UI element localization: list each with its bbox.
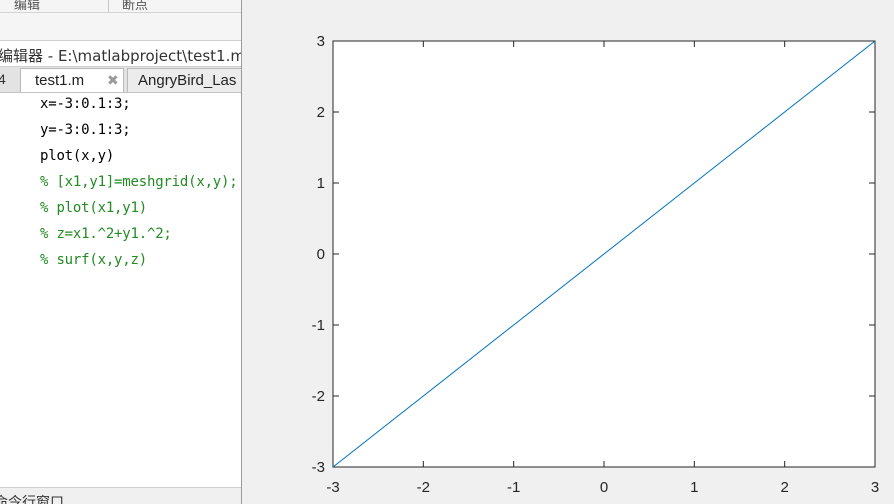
code-line-6[interactable]: % z=x1.^2+y1.^2; [40, 226, 172, 252]
code-editor[interactable]: x=-3:0.1:3; y=-3:0.1:3; plot(x,y) % [x1,… [0, 93, 241, 487]
x-tick-label: -2 [417, 479, 430, 496]
y-tick-label: 0 [317, 246, 325, 263]
close-icon[interactable]: ✖ [107, 72, 119, 89]
toolstrip-edit-label: 编辑 [14, 0, 41, 13]
editor-window: 编辑 断点 编辑器 - E:\matlabproject\test1.m 4 t… [0, 0, 241, 504]
x-tick-label: 2 [780, 479, 788, 496]
toolstrip-section-labels: 编辑 断点 [0, 0, 241, 13]
code-line-3[interactable]: plot(x,y) [40, 148, 114, 174]
tab-angrybird[interactable]: AngryBird_Las [127, 68, 241, 92]
toolstrip-body [0, 13, 241, 41]
code-line-1[interactable]: x=-3:0.1:3; [40, 96, 131, 122]
tab-scroll-stub[interactable]: 4 [0, 71, 6, 87]
figure-window: -3 -2 -1 0 1 2 3 -3 -2 -1 0 1 2 3 [241, 0, 894, 504]
y-tick-label: -2 [312, 388, 325, 405]
editor-titlebar[interactable]: 编辑器 - E:\matlabproject\test1.m [0, 41, 241, 67]
y-tick-label: -1 [312, 317, 325, 334]
x-tick-label: 3 [871, 479, 879, 496]
code-line-2[interactable]: y=-3:0.1:3; [40, 122, 131, 148]
command-window-header[interactable]: 命令行窗口 [0, 487, 241, 504]
tab-label: test1.m [35, 72, 85, 89]
code-line-4[interactable]: % [x1,y1]=meshgrid(x,y); [40, 174, 238, 200]
y-tick-label: 3 [317, 33, 325, 50]
command-window-title: 命令行窗口 [0, 495, 64, 504]
toolstrip-divider [108, 0, 109, 12]
code-line-7[interactable]: % surf(x,y,z) [40, 252, 147, 278]
editor-tab-strip: 4 test1.m ✖ AngryBird_Las [0, 67, 241, 93]
code-line-5[interactable]: % plot(x1,y1) [40, 200, 147, 226]
y-tick-label: 2 [317, 104, 325, 121]
x-tick-label: 1 [690, 479, 698, 496]
toolstrip-breakpoint-label: 断点 [122, 0, 149, 13]
editor-title: 编辑器 - E:\matlabproject\test1.m [0, 47, 241, 65]
x-tick-label: -1 [507, 479, 520, 496]
x-tick-label: 0 [600, 479, 608, 496]
line-plot: -3 -2 -1 0 1 2 3 -3 -2 -1 0 1 2 3 [312, 33, 880, 496]
tab-test1-m[interactable]: test1.m ✖ [20, 68, 124, 92]
tab-label: AngryBird_Las [138, 72, 237, 89]
x-tick-label: -3 [326, 479, 339, 496]
y-tick-label: 1 [317, 175, 325, 192]
y-tick-label: -3 [312, 459, 325, 476]
